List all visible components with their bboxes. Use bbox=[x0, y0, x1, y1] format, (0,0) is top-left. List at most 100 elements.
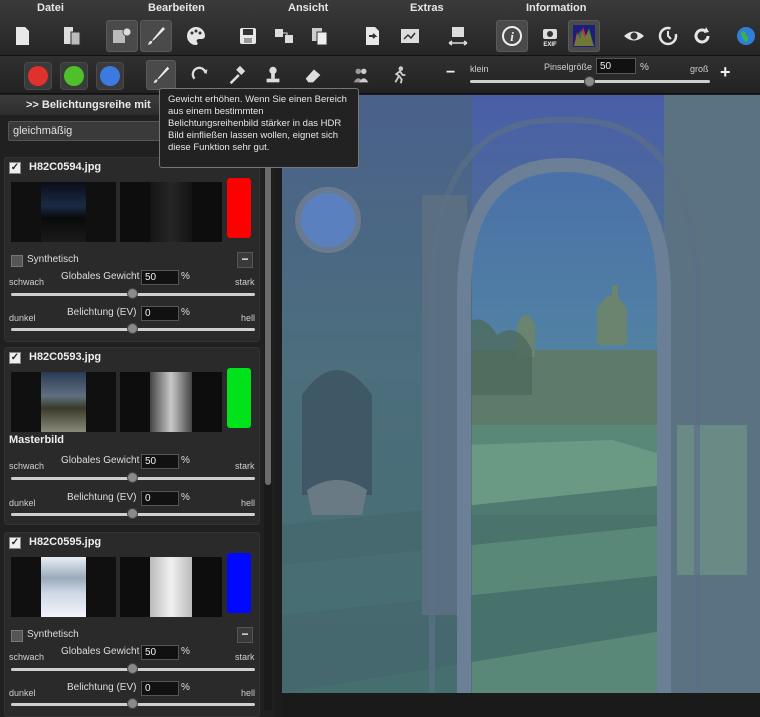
send-icon[interactable] bbox=[356, 20, 388, 52]
synthetic-checkbox[interactable] bbox=[11, 255, 23, 267]
brush-size-minus-button[interactable]: − bbox=[446, 64, 455, 82]
weight-weak-label: schwach bbox=[9, 461, 45, 471]
weight-input[interactable] bbox=[141, 270, 179, 285]
hdr-app-window: Datei Bearbeiten Ansicht Extras Informat… bbox=[0, 0, 760, 717]
menu-ansicht[interactable]: Ansicht bbox=[288, 2, 328, 14]
palette-icon[interactable] bbox=[180, 20, 212, 52]
menu-information[interactable]: Information bbox=[526, 2, 587, 14]
brush-icon[interactable] bbox=[140, 20, 172, 52]
exposure-dark-label: dunkel bbox=[9, 313, 36, 323]
image-checkbox[interactable]: ✓ bbox=[9, 537, 21, 549]
exposure-label: Belichtung (EV) bbox=[67, 682, 137, 693]
weight-label: Globales Gewicht bbox=[61, 271, 140, 282]
save-icon[interactable] bbox=[232, 20, 264, 52]
weight-weak-label: schwach bbox=[9, 277, 45, 287]
weight-label: Globales Gewicht bbox=[61, 455, 140, 466]
exposure-input[interactable] bbox=[141, 306, 179, 321]
weight-slider-knob[interactable] bbox=[127, 288, 138, 299]
people-icon bbox=[353, 68, 369, 83]
brush-increase-button[interactable] bbox=[146, 60, 176, 90]
brush-rotate-button[interactable] bbox=[186, 60, 216, 90]
new-document-icon[interactable] bbox=[6, 20, 38, 52]
stamp-tool-button[interactable] bbox=[258, 60, 288, 90]
image-thumbnail[interactable] bbox=[11, 557, 116, 617]
menu-bearbeiten[interactable]: Bearbeiten bbox=[148, 2, 205, 14]
exposure-label: Belichtung (EV) bbox=[67, 307, 137, 318]
eraser-tool-button[interactable] bbox=[298, 60, 328, 90]
eraser-icon bbox=[305, 69, 321, 83]
image-thumbnail[interactable] bbox=[11, 372, 116, 432]
info-icon[interactable]: i bbox=[496, 20, 528, 52]
redo-icon[interactable] bbox=[686, 20, 718, 52]
canvas-bottom-strip bbox=[282, 693, 760, 717]
brush-size-slider-knob[interactable] bbox=[584, 76, 595, 87]
channel-color-swatch bbox=[227, 553, 251, 613]
exif-icon[interactable]: EXIF bbox=[534, 20, 566, 52]
exposure-input[interactable] bbox=[141, 681, 179, 696]
brush-decrease-button[interactable] bbox=[222, 60, 252, 90]
green-circle-icon bbox=[64, 66, 84, 86]
weight-slider-knob[interactable] bbox=[127, 472, 138, 483]
image-panel-2: ✓ H82C0593.jpg Masterbild schwach Global… bbox=[4, 347, 260, 525]
panel-scrollbar-thumb[interactable] bbox=[265, 155, 271, 485]
exposure-slider-knob[interactable] bbox=[127, 508, 138, 519]
image-checkbox[interactable]: ✓ bbox=[9, 162, 21, 174]
remove-image-button[interactable]: − bbox=[237, 252, 253, 268]
weight-strong-label: stark bbox=[235, 461, 255, 471]
rotate-arrow-icon bbox=[191, 66, 208, 80]
stamp-icon bbox=[266, 66, 280, 83]
remove-image-button[interactable]: − bbox=[237, 627, 253, 643]
blue-channel-button[interactable] bbox=[96, 62, 124, 90]
export-icon[interactable] bbox=[268, 20, 300, 52]
channel-color-swatch bbox=[227, 178, 251, 238]
menu-extras[interactable]: Extras bbox=[410, 2, 444, 14]
weight-weak-label: schwach bbox=[9, 652, 45, 662]
exposure-slider-knob[interactable] bbox=[127, 323, 138, 334]
image-thumbnail[interactable] bbox=[11, 182, 116, 242]
exposure-input[interactable] bbox=[141, 491, 179, 506]
red-circle-icon bbox=[28, 66, 48, 86]
brush-tooltip: Gewicht erhöhen. Wenn Sie einen Bereich … bbox=[159, 88, 359, 168]
exposure-percent: % bbox=[181, 682, 190, 693]
image-checkbox[interactable]: ✓ bbox=[9, 352, 21, 364]
transform-icon[interactable] bbox=[442, 20, 474, 52]
people-tool-button[interactable] bbox=[346, 60, 376, 90]
copy-icon[interactable] bbox=[304, 20, 336, 52]
exposure-bright-label: hell bbox=[241, 313, 256, 323]
green-channel-button[interactable] bbox=[60, 62, 88, 90]
blue-circle-icon bbox=[100, 66, 120, 86]
weight-mask-thumbnail[interactable] bbox=[120, 372, 222, 432]
open-document-icon[interactable] bbox=[56, 20, 88, 52]
synthetic-checkbox[interactable] bbox=[11, 630, 23, 642]
image-panel-1: ✓ H82C0594.jpg Synthetisch − schwach Glo… bbox=[4, 157, 260, 342]
master-image-label: Masterbild bbox=[9, 434, 65, 446]
weight-label: Globales Gewicht bbox=[61, 646, 140, 657]
weight-mask-thumbnail[interactable] bbox=[120, 557, 222, 617]
weight-input[interactable] bbox=[141, 645, 179, 660]
weight-mask-thumbnail[interactable] bbox=[120, 182, 222, 242]
red-channel-button[interactable] bbox=[24, 62, 52, 90]
brush-size-plus-button[interactable]: + bbox=[720, 62, 731, 83]
hdr-preview-canvas[interactable] bbox=[282, 95, 760, 693]
eye-icon[interactable] bbox=[618, 20, 650, 52]
brush-small-label: klein bbox=[470, 64, 489, 74]
hdr-preview-image bbox=[282, 95, 760, 693]
weight-slider-knob[interactable] bbox=[127, 663, 138, 674]
weight-percent: % bbox=[181, 646, 190, 657]
svg-text:i: i bbox=[510, 29, 514, 44]
weight-input[interactable] bbox=[141, 454, 179, 469]
globe-icon[interactable] bbox=[730, 20, 760, 52]
history-icon[interactable] bbox=[652, 20, 684, 52]
brush-size-input[interactable] bbox=[596, 58, 636, 74]
exposure-dark-label: dunkel bbox=[9, 688, 36, 698]
runner-tool-button[interactable] bbox=[384, 60, 414, 90]
histogram-icon[interactable] bbox=[568, 20, 600, 52]
weight-strong-label: stark bbox=[235, 652, 255, 662]
hammer-icon bbox=[229, 65, 246, 85]
main-toolbar: Datei Bearbeiten Ansicht Extras Informat… bbox=[0, 0, 760, 56]
settings-icon[interactable] bbox=[106, 20, 138, 52]
brush-size-label: Pinselgröße bbox=[544, 62, 593, 72]
exposure-slider-knob[interactable] bbox=[127, 698, 138, 709]
menu-datei[interactable]: Datei bbox=[37, 2, 64, 14]
batch-icon[interactable] bbox=[394, 20, 426, 52]
